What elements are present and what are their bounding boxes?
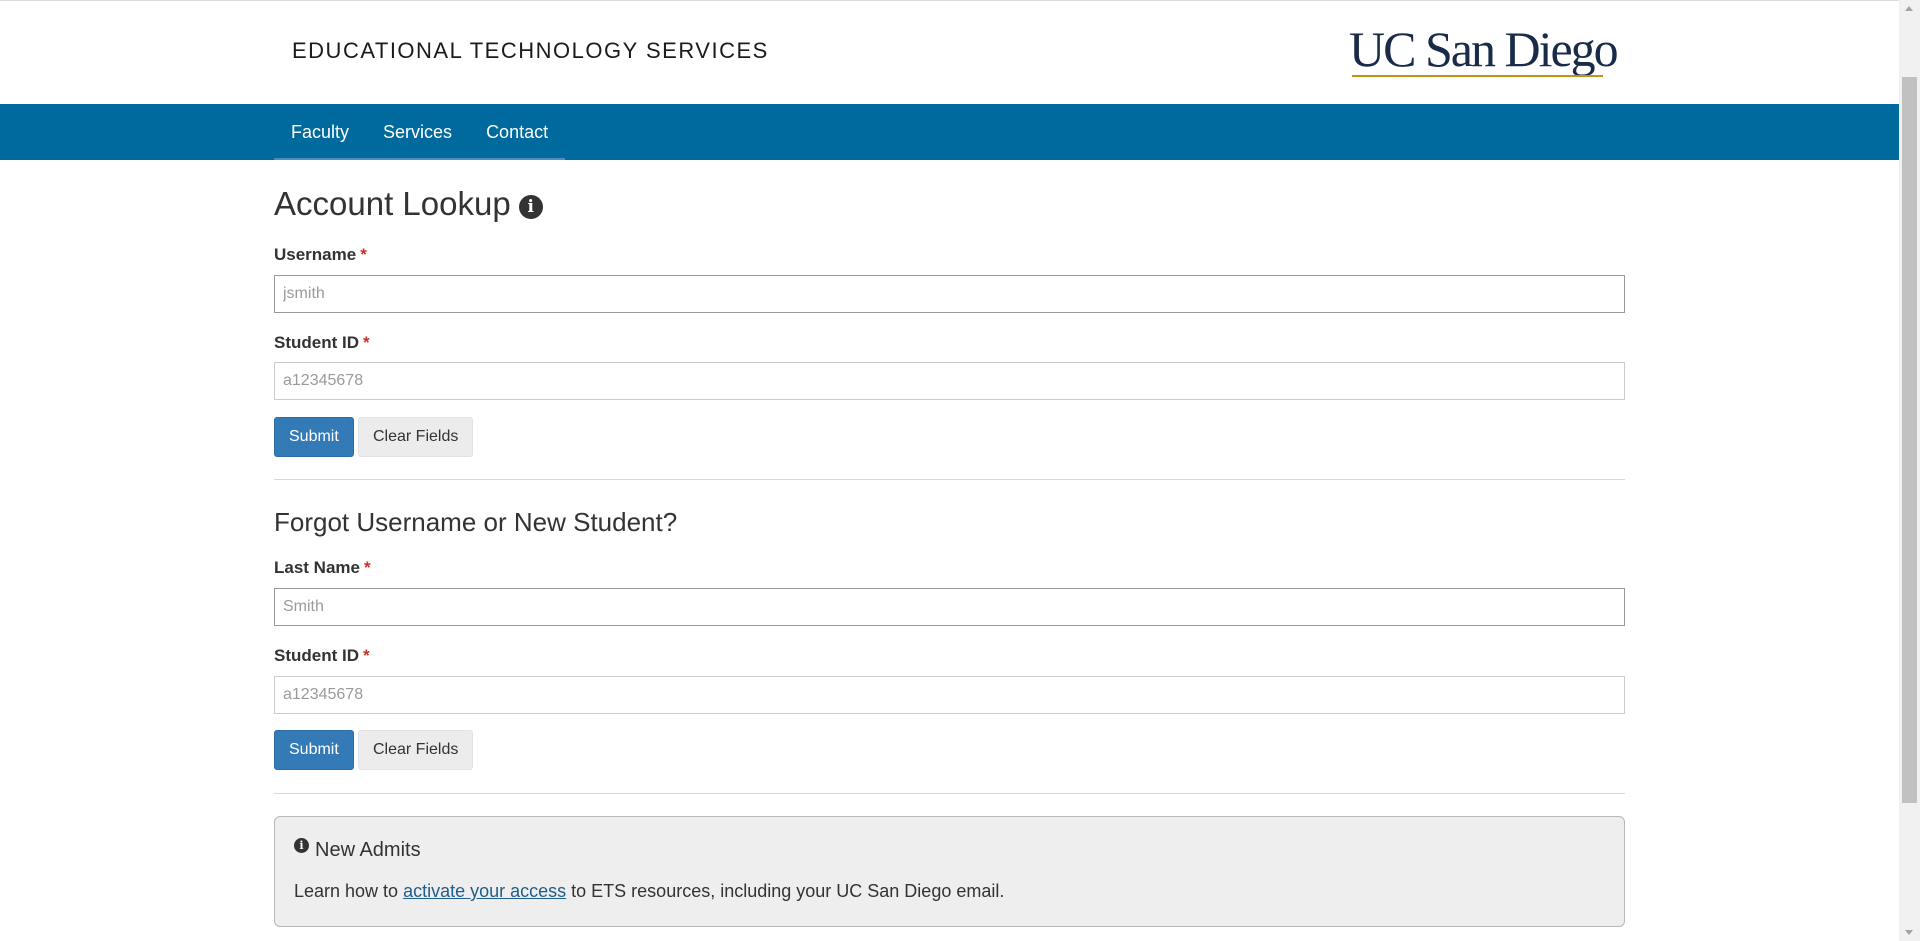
- required-marker: *: [360, 245, 367, 264]
- required-marker: *: [363, 558, 371, 577]
- activate-access-link[interactable]: activate your access: [403, 881, 566, 901]
- username-input[interactable]: [274, 275, 1625, 313]
- submit-button[interactable]: Submit: [274, 417, 354, 457]
- nav-item-faculty[interactable]: Faculty: [274, 104, 366, 158]
- clear-fields-button-2[interactable]: Clear Fields: [358, 730, 474, 770]
- site-title: EDUCATIONAL TECHNOLOGY SERVICES: [292, 38, 769, 63]
- vertical-scrollbar[interactable]: [1899, 0, 1920, 941]
- username-label-text: Username: [274, 245, 357, 264]
- new-admits-title: New Admits: [315, 839, 421, 861]
- section-divider: [274, 479, 1625, 480]
- info-circle-icon: i: [294, 838, 309, 853]
- last-name-label: Last Name *: [274, 558, 371, 578]
- student-id-label-text: Student ID: [274, 333, 359, 352]
- student-id-label: Student ID *: [274, 333, 370, 353]
- submit-button-2[interactable]: Submit: [274, 730, 354, 770]
- student-id-label-2: Student ID *: [274, 646, 370, 666]
- last-name-label-text: Last Name: [274, 558, 360, 577]
- logo-wordmark: UC San Diego: [1349, 21, 1619, 77]
- scroll-up-arrow-icon[interactable]: [1905, 6, 1913, 11]
- section-divider-2: [274, 793, 1625, 794]
- main-navbar: Faculty Services Contact: [0, 104, 1899, 160]
- info-circle-icon[interactable]: i: [518, 195, 543, 219]
- clear-fields-button[interactable]: Clear Fields: [358, 417, 474, 457]
- student-id-label-text: Student ID: [274, 646, 359, 665]
- required-marker: *: [363, 333, 370, 352]
- student-id-input[interactable]: [274, 362, 1625, 400]
- forgot-username-heading: Forgot Username or New Student?: [274, 507, 678, 537]
- logo-underline: [1352, 75, 1603, 77]
- new-admits-text: Learn how to activate your access to ETS…: [294, 881, 1004, 902]
- nav-list: Faculty Services Contact: [274, 104, 566, 160]
- student-id-input-2[interactable]: [274, 676, 1625, 714]
- scroll-down-arrow-icon[interactable]: [1905, 930, 1913, 935]
- new-admits-text-after: to ETS resources, including your UC San …: [566, 881, 1005, 901]
- last-name-input[interactable]: [274, 588, 1625, 626]
- uc-san-diego-logo[interactable]: UC San Diego: [1349, 21, 1619, 81]
- account-lookup-title: Account Lookup: [274, 185, 511, 222]
- new-admits-panel: i New Admits Learn how to activate your …: [274, 816, 1625, 927]
- scrollbar-thumb[interactable]: [1902, 77, 1917, 803]
- nav-item-contact[interactable]: Contact: [469, 104, 565, 158]
- site-header: EDUCATIONAL TECHNOLOGY SERVICES UC San D…: [0, 1, 1899, 104]
- account-lookup-heading: Account Lookup i: [274, 185, 543, 223]
- required-marker: *: [363, 646, 370, 665]
- new-admits-text-before: Learn how to: [294, 881, 404, 901]
- username-label: Username *: [274, 245, 367, 265]
- nav-item-services[interactable]: Services: [366, 104, 469, 158]
